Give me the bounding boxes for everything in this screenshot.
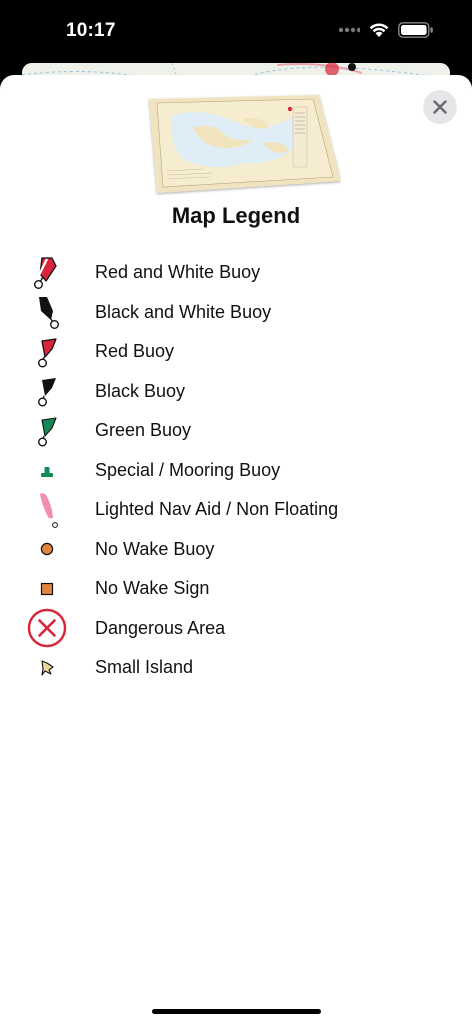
mooring-buoy-icon (41, 467, 53, 478)
wifi-icon (369, 23, 389, 37)
red-buoy-icon (37, 338, 57, 368)
no-wake-buoy-icon (40, 543, 54, 556)
legend-item-label: Dangerous Area (95, 617, 226, 638)
legend-item-no-wake-buoy: No Wake Buoy (0, 530, 472, 570)
no-wake-sign-icon (40, 582, 54, 595)
chart-thumbnail-image (149, 95, 341, 193)
black-buoy-icon (37, 378, 56, 407)
legend-item-label: Black and White Buoy (95, 301, 272, 322)
legend-item-dangerous-area: Dangerous Area (0, 609, 472, 649)
legend-item-black-buoy: Black Buoy (0, 372, 472, 412)
sheet-title: Map Legend (171, 203, 301, 228)
signal-icon (338, 27, 360, 33)
small-island-icon (41, 660, 54, 676)
legend-item-label: Lighted Nav Aid / Non Floating (95, 499, 339, 519)
legend-item-no-wake-sign: No Wake Sign (0, 569, 472, 609)
legend-item-label: Special / Mooring Buoy (95, 459, 281, 480)
legend-item-label: Red Buoy (95, 341, 175, 361)
lighted-nav-aid-icon (40, 492, 58, 528)
legend-item-red-white-buoy: Red and White Buoy (0, 253, 472, 293)
danger-area-icon (27, 609, 67, 648)
green-buoy-icon (37, 417, 57, 447)
close-button[interactable] (423, 90, 457, 124)
legend-item-lighted-nav-aid: Lighted Nav Aid / Non Floating (0, 490, 472, 530)
status-bar: 10:17 (0, 0, 472, 66)
legend-item-label: No Wake Sign (95, 578, 210, 598)
close-icon (433, 100, 447, 114)
legend-item-label: Small Island (95, 657, 194, 677)
legend-item-black-white-buoy: Black and White Buoy (0, 293, 472, 333)
status-time: 10:17 (66, 20, 116, 41)
legend-item-green-buoy: Green Buoy (0, 411, 472, 451)
legend-item-label: No Wake Buoy (95, 538, 215, 559)
legend-item-label: Red and White Buoy (95, 262, 261, 282)
red-white-buoy-icon (33, 257, 57, 289)
black-white-buoy-icon (39, 297, 60, 330)
legend-item-label: Green Buoy (95, 420, 192, 440)
legend-item-red-buoy: Red Buoy (0, 332, 472, 372)
status-icons (338, 22, 434, 38)
legend-item-mooring-buoy: Special / Mooring Buoy (0, 451, 472, 491)
home-indicator[interactable] (152, 1009, 321, 1014)
battery-icon (398, 22, 433, 38)
legend-sheet: Map Legend Red and White Buoy Black and … (0, 75, 472, 1024)
legend-item-label: Black Buoy (95, 380, 186, 401)
legend-item-small-island: Small Island (0, 648, 472, 688)
